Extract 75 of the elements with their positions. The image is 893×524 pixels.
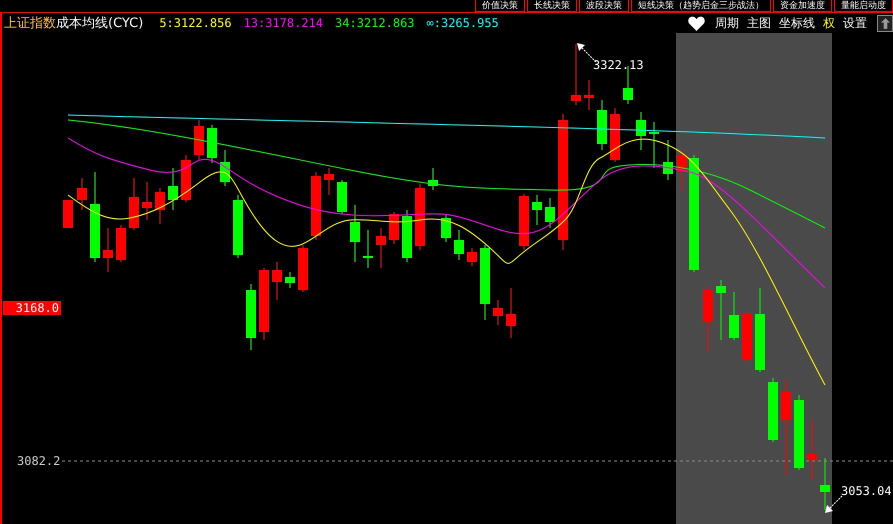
candlestick <box>142 182 152 220</box>
toolbar-button[interactable]: 设置 <box>839 14 871 32</box>
candlestick <box>597 100 607 150</box>
strategy-tab[interactable]: 资金加速度 <box>773 0 832 12</box>
candlestick <box>532 194 542 226</box>
strategy-tab[interactable]: 波段决策 <box>579 0 629 12</box>
candlestick <box>467 248 477 266</box>
up-arrow-icon <box>880 18 890 28</box>
candlestick <box>63 200 73 228</box>
candlestick <box>298 244 308 292</box>
candlestick <box>77 178 87 210</box>
price-marker: 3168.0 <box>3 301 61 315</box>
candlestick <box>610 108 620 162</box>
candlestick <box>272 262 282 300</box>
candlestick <box>441 214 451 242</box>
candlestick <box>103 228 113 272</box>
candlestick <box>363 230 373 268</box>
candlestick <box>129 178 139 230</box>
toolbar-button[interactable]: 周期 <box>711 14 743 32</box>
candlestick <box>663 140 673 180</box>
candlestick <box>168 168 178 210</box>
arrow-icon <box>825 496 842 513</box>
candlestick <box>324 168 334 196</box>
candlestick <box>246 284 256 350</box>
candlestick <box>545 198 555 228</box>
candlestick <box>194 120 204 160</box>
candlestick <box>428 168 438 190</box>
candlestick <box>820 458 830 510</box>
candlestick <box>350 204 360 262</box>
high-price-label: 3322.13 <box>593 58 644 72</box>
candlestick <box>636 112 646 150</box>
average-value: 5:3122.856 <box>159 16 232 30</box>
candlestick <box>519 194 529 250</box>
average-value: ∞:3265.955 <box>426 16 499 30</box>
index-name: 上证指数 <box>4 15 56 32</box>
average-value: 13:3178.214 <box>244 16 324 30</box>
candlestick <box>389 212 399 244</box>
candlestick <box>716 280 726 340</box>
candlestick <box>742 312 752 362</box>
toolbar-button[interactable]: 权 <box>819 14 839 32</box>
candlestick <box>116 224 126 262</box>
candlestick <box>155 188 165 224</box>
candlestick <box>493 300 503 326</box>
candlestick <box>402 210 412 262</box>
candlestick <box>506 288 516 338</box>
candlestick <box>807 420 817 480</box>
indicator-name: 成本均线(CYC) <box>56 15 144 32</box>
candlestick <box>337 180 347 214</box>
candlestick <box>285 272 295 288</box>
candlestick <box>454 230 464 260</box>
candlestick <box>768 378 778 442</box>
average-value: 34:3212.863 <box>335 16 415 30</box>
strategy-tab[interactable]: 量能启动度 <box>834 0 893 12</box>
strategy-tab[interactable]: 长线决策 <box>527 0 577 12</box>
strategy-tab[interactable]: 价值决策 <box>475 0 525 12</box>
candlestick <box>207 124 217 164</box>
candlestick <box>703 286 713 352</box>
candlestick <box>571 44 581 106</box>
candlestick <box>311 172 321 240</box>
candlestick <box>584 80 594 110</box>
strategy-tab[interactable]: 短线决策（趋势启金三步战法） <box>631 0 771 12</box>
candlestick <box>677 150 687 190</box>
toolbar-button[interactable]: 主图 <box>743 14 775 32</box>
candlestick <box>181 154 191 202</box>
candlestick <box>233 194 243 258</box>
candlestick <box>415 184 425 250</box>
low-price-label: 3053.04 <box>841 484 892 498</box>
axis-label: 3082.2 <box>17 454 60 468</box>
candlestick <box>220 150 230 186</box>
heart-icon[interactable] <box>688 16 705 30</box>
candlestick <box>729 292 739 340</box>
candlestick <box>649 122 659 168</box>
candlestick <box>376 228 386 268</box>
toolbar-button[interactable]: 坐标线 <box>775 14 819 32</box>
scroll-up-button[interactable] <box>877 14 893 32</box>
